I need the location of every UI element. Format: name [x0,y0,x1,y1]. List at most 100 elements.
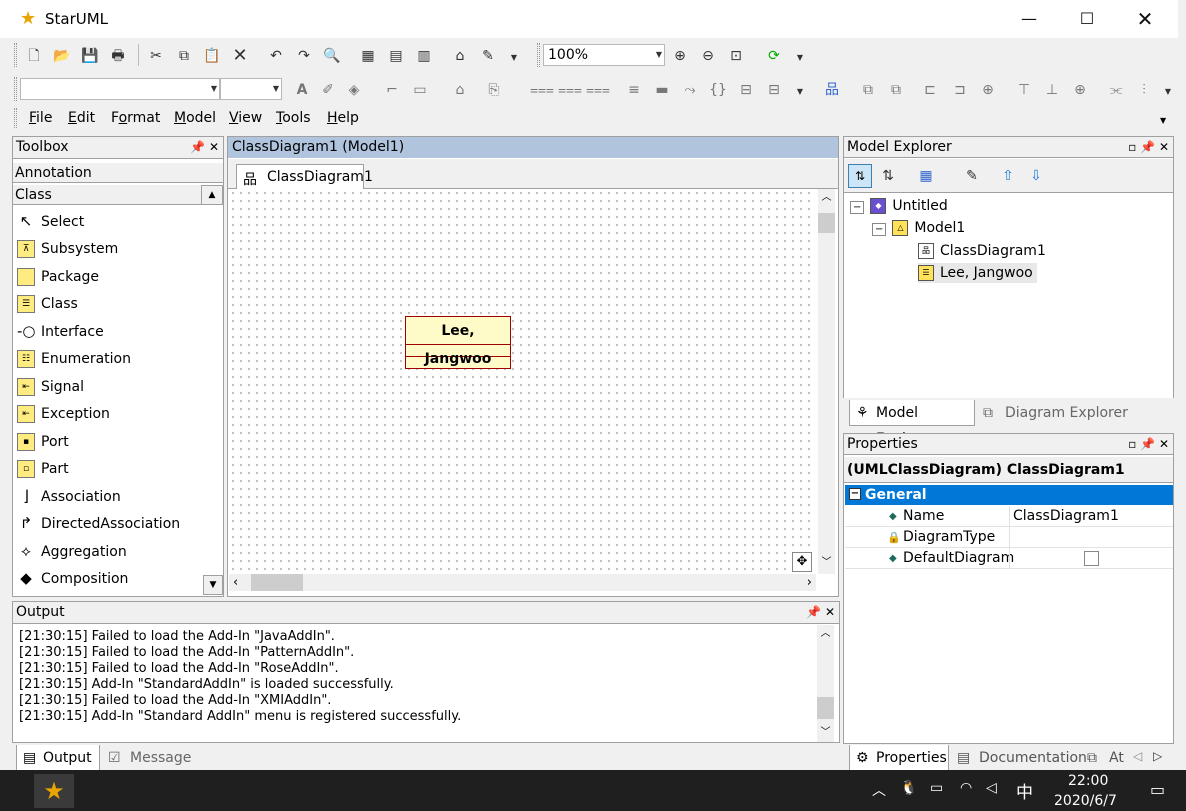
pin-icon[interactable]: 📌 [1140,437,1155,451]
suppress-icon[interactable]: ⌂ [450,80,470,100]
tool-interface[interactable]: -○ Interface [17,319,221,345]
zoom-combo[interactable]: 100% ▼ [543,44,665,66]
line-color-icon[interactable]: ✐ [318,80,338,100]
group-general[interactable]: − General [845,485,1173,505]
cut-icon[interactable]: ✂ [146,46,166,66]
connector-icon[interactable]: ⤳ [680,80,700,100]
close-button[interactable]: ✕ [1116,0,1174,38]
property-name-value[interactable]: ClassDiagram1 [1009,506,1173,527]
dropdown-arrow-icon[interactable]: ▼ [1158,82,1178,102]
menu-view[interactable]: View [229,110,262,126]
find-icon[interactable]: 🔍 [322,46,342,66]
pin-icon[interactable]: 📌 [806,605,821,619]
scroll-left-icon[interactable]: ‹ [233,575,238,590]
bring-front-icon[interactable]: ⧉ [858,80,878,100]
property-row-defaultdiagram[interactable]: ◆ DefaultDiagram [845,548,1173,569]
move-down-icon[interactable]: ⇩ [1026,166,1046,186]
tray-expand-icon[interactable]: ︿ [872,780,886,800]
scroll-down-arrow-icon[interactable]: ▼ [203,575,223,595]
align-icon[interactable]: ⩶ [558,80,582,100]
close-icon[interactable]: ✕ [825,605,835,619]
tool-enumeration[interactable]: ☷ Enumeration [17,346,221,372]
scroll-thumb[interactable] [817,697,834,719]
pan-icon[interactable]: ✥ [792,552,812,572]
layout-icon[interactable]: 品 [822,80,842,100]
canvas-horizontal-scrollbar[interactable]: ‹ › [229,574,816,591]
align-right-icon[interactable]: ⊐ [950,80,970,100]
battery-icon[interactable]: ▭ [930,780,943,796]
tab-properties[interactable]: ⚙ Properties [849,745,949,771]
scroll-up-icon[interactable]: ︿ [818,189,835,207]
staruml-taskbar-icon[interactable]: ★ [34,774,74,808]
clock-time[interactable]: 22:00 [1068,773,1108,789]
notification-icon[interactable]: ▭ [1150,780,1165,799]
minimize-button[interactable]: — [1000,0,1058,38]
tool-composition[interactable]: ◆ Composition [17,566,221,592]
tool-signal[interactable]: ⇤ Signal [17,374,221,400]
zoom-out-icon[interactable]: ⊖ [698,46,718,66]
tab-model-explorer[interactable]: ⚘Model Explorer [849,400,975,447]
save-icon[interactable]: 💾 [80,46,100,66]
toolbox-section-annotation[interactable]: Annotation [13,163,223,183]
tool-part[interactable]: ▫ Part [17,456,221,482]
menu-tools[interactable]: Tools [276,110,311,126]
close-icon[interactable]: ✕ [1159,140,1169,154]
scroll-thumb[interactable] [251,574,303,591]
tool-subsystem[interactable]: ⊼ Subsystem [17,236,221,262]
dropdown-arrow-icon[interactable]: ▼ [790,82,810,102]
restore-icon[interactable]: ▫ [1128,140,1136,154]
tab-attachments[interactable]: ⧉ At [1083,745,1124,771]
collapse-icon[interactable]: − [849,488,861,500]
delete-icon[interactable]: ✕ [230,46,250,66]
menu-edit[interactable]: Edit [68,110,95,126]
dropdown-arrow-icon[interactable]: ▼ [790,48,810,68]
fill-color-icon[interactable]: ◈ [344,80,364,100]
note-icon[interactable]: ≡ [624,80,644,100]
property-row-diagramtype[interactable]: 🔒 DiagramType [845,527,1173,548]
toolbar-grip[interactable] [14,43,17,67]
distribute-h-icon[interactable]: ⫘ [1106,80,1126,100]
scroll-up-icon[interactable]: ︿ [817,625,834,643]
tab-scroll-right-icon[interactable]: ▷ [1153,749,1162,763]
compartment-icon[interactable]: ⊟ [736,80,756,100]
attributes-icon[interactable]: ⎘ [484,80,504,100]
pin-icon[interactable]: 📌 [190,140,205,154]
menu-help[interactable]: Help [327,110,359,126]
defaultdiagram-checkbox[interactable] [1084,551,1099,566]
menu-grip[interactable] [14,108,17,128]
undo-icon[interactable]: ↶ [266,46,286,66]
tree-item-lee-jangwoo[interactable]: ☰ Lee, Jangwoo [918,263,1037,283]
tool-exception[interactable]: ⇤ Exception [17,401,221,427]
clock-date[interactable]: 2020/6/7 [1054,793,1117,809]
send-back-icon[interactable]: ⧉ [886,80,906,100]
pin-icon[interactable]: 📌 [1140,140,1155,154]
tab-documentation[interactable]: ▤ Documentation [953,745,1087,771]
canvas-vertical-scrollbar[interactable]: ︿ ﹀ [818,189,835,574]
stereotype-icon[interactable]: ▭ [410,80,430,100]
package-icon[interactable]: ▬ [652,80,672,100]
toolbar-grip[interactable] [537,43,540,67]
align-icon[interactable]: ⩶ [586,80,610,100]
move-up-icon[interactable]: ⇧ [998,166,1018,186]
dropdown-arrow-icon[interactable]: ▼ [504,48,524,68]
fit-icon[interactable]: ⊡ [726,46,746,66]
collapse-icon[interactable]: − [850,201,865,214]
close-icon[interactable]: ✕ [1159,437,1169,451]
tool-class[interactable]: ☰ Class [17,291,221,317]
copy-icon[interactable]: ⧉ [174,46,194,66]
tool-aggregation[interactable]: ⟡ Aggregation [17,539,221,565]
close-icon[interactable]: ✕ [209,140,219,154]
distribute-v-icon[interactable]: ⫶ [1134,80,1154,100]
tool-directed-association[interactable]: ↱ DirectedAssociation [17,511,221,537]
collapse-icon[interactable]: − [872,223,887,236]
paste-icon[interactable]: 📋 [202,46,222,66]
diagram-props-icon[interactable]: ▤ [386,46,406,66]
tab-diagram-explorer[interactable]: ⧉ Diagram Explorer [979,400,1128,426]
wifi-icon[interactable]: ◠ [960,780,972,796]
filter-icon[interactable]: ▦ [916,166,936,186]
web-icon[interactable]: ⌂ [450,46,470,66]
braces-icon[interactable]: {} [708,80,728,100]
output-vertical-scrollbar[interactable]: ︿ ﹀ [817,625,834,742]
scroll-thumb[interactable] [818,213,835,233]
new-file-icon[interactable]: 🗋 [24,46,44,66]
